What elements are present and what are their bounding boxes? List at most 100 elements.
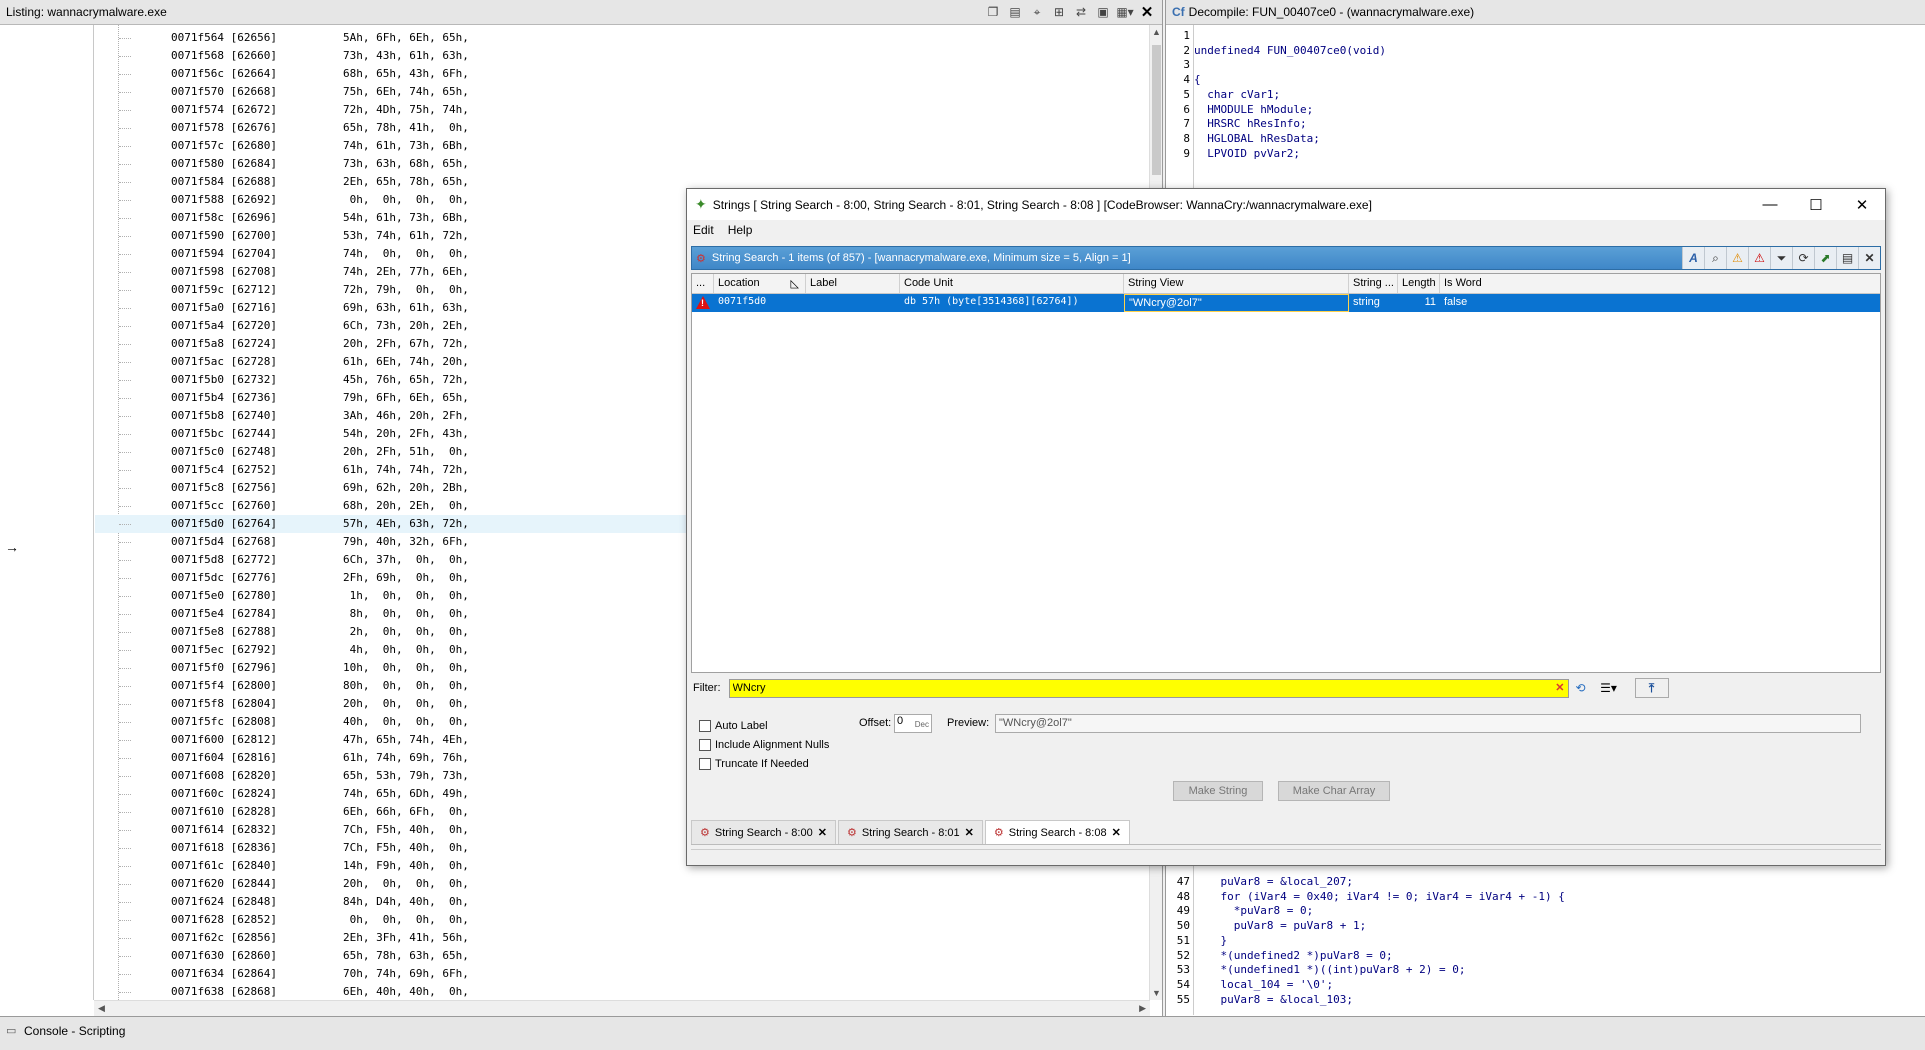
listing-bytes[interactable]: 61h, 74h, 69h, 76h, [343,749,469,767]
make-char-array-button[interactable]: Make Char Array [1278,781,1390,801]
console-title[interactable]: Console - Scripting [24,1024,125,1038]
listing-bytes[interactable]: 7Ch, F5h, 40h, 0h, [343,821,469,839]
cell-location[interactable]: 0071f5d0 [714,294,806,312]
cell-label[interactable] [806,294,900,312]
filter-options-icon[interactable]: ⟲ [1569,678,1593,698]
listing-bytes[interactable]: 53h, 74h, 61h, 72h, [343,227,469,245]
listing-address[interactable]: 0071f5f0 [62796] [171,659,277,677]
listing-address[interactable]: 0071f614 [62832] [171,821,277,839]
listing-address[interactable]: 0071f588 [62692] [171,191,277,209]
listing-bytes[interactable]: 57h, 4Eh, 63h, 72h, [343,515,469,533]
listing-row[interactable]: 0071f638 [62868] 6Eh, 40h, 40h, 0h, [95,983,1150,1000]
make-string-button[interactable]: Make String [1173,781,1263,801]
listing-bytes[interactable]: 6Eh, 66h, 6Fh, 0h, [343,803,469,821]
close-window-button[interactable]: ✕ [1839,189,1885,220]
listing-row[interactable]: 0071f62c [62856] 2Eh, 3Fh, 41h, 56h, [95,929,1150,947]
listing-address[interactable]: 0071f624 [62848] [171,893,277,911]
listing-address[interactable]: 0071f580 [62684] [171,155,277,173]
listing-row[interactable]: 0071f564 [62656] 5Ah, 6Fh, 6Eh, 65h, [95,29,1150,47]
listing-address[interactable]: 0071f5ac [62728] [171,353,277,371]
listing-address[interactable]: 0071f56c [62664] [171,65,277,83]
listing-address[interactable]: 0071f598 [62708] [171,263,277,281]
listing-address[interactable]: 0071f61c [62840] [171,857,277,875]
listing-row[interactable]: 0071f57c [62680] 74h, 61h, 73h, 6Bh, [95,137,1150,155]
listing-address[interactable]: 0071f5b8 [62740] [171,407,277,425]
paste-icon[interactable]: ▤ [1006,3,1024,21]
listing-bytes[interactable]: 72h, 4Dh, 75h, 74h, [343,101,469,119]
listing-row[interactable]: 0071f630 [62860] 65h, 78h, 63h, 65h, [95,947,1150,965]
listing-bytes[interactable]: 74h, 0h, 0h, 0h, [343,245,469,263]
listing-bytes[interactable]: 74h, 65h, 6Dh, 49h, [343,785,469,803]
listing-bytes[interactable]: 54h, 61h, 73h, 6Bh, [343,209,469,227]
listing-bytes[interactable]: 54h, 20h, 2Fh, 43h, [343,425,469,443]
listing-address[interactable]: 0071f60c [62824] [171,785,277,803]
close-tab-icon[interactable]: ✕ [965,826,974,839]
listing-address[interactable]: 0071f5bc [62744] [171,425,277,443]
cell-length[interactable]: 11 [1398,294,1440,312]
listing-bytes[interactable]: 61h, 74h, 74h, 72h, [343,461,469,479]
listing-address[interactable]: 0071f5d4 [62768] [171,533,277,551]
warning-filter-icon[interactable]: ⚠ [1726,247,1748,269]
listing-bytes[interactable]: 6Ch, 37h, 0h, 0h, [343,551,469,569]
copy-icon[interactable]: ❐ [984,3,1002,21]
listing-address[interactable]: 0071f618 [62836] [171,839,277,857]
listing-row[interactable]: 0071f56c [62664] 68h, 65h, 43h, 6Fh, [95,65,1150,83]
listing-bytes[interactable]: 65h, 53h, 79h, 73h, [343,767,469,785]
listing-bytes[interactable]: 2Eh, 3Fh, 41h, 56h, [343,929,469,947]
listing-bytes[interactable]: 20h, 0h, 0h, 0h, [343,695,469,713]
scroll-left-icon[interactable]: ◀ [98,1003,105,1014]
menu-edit[interactable]: Edit [693,223,714,237]
col-code-unit[interactable]: Code Unit [900,274,1124,293]
export-icon[interactable]: ⬈ [1814,247,1836,269]
listing-row[interactable]: 0071f574 [62672] 72h, 4Dh, 75h, 74h, [95,101,1150,119]
listing-address[interactable]: 0071f5b4 [62736] [171,389,277,407]
listing-bytes[interactable]: 20h, 0h, 0h, 0h, [343,875,469,893]
listing-address[interactable]: 0071f584 [62688] [171,173,277,191]
listing-row[interactable]: 0071f634 [62864] 70h, 74h, 69h, 6Fh, [95,965,1150,983]
tab-string-search-808[interactable]: ⚙ String Search - 8:08 ✕ [984,820,1130,844]
listing-bytes[interactable]: 61h, 6Eh, 74h, 20h, [343,353,469,371]
tab-string-search-801[interactable]: ⚙ String Search - 8:01 ✕ [837,820,983,844]
scroll-right-icon[interactable]: ▶ [1139,1003,1146,1014]
listing-address[interactable]: 0071f5ec [62792] [171,641,277,659]
cell-string-type[interactable]: string [1349,294,1398,312]
listing-row[interactable]: 0071f568 [62660] 73h, 43h, 61h, 63h, [95,47,1150,65]
include-nulls-checkbox[interactable]: Include Alignment Nulls [699,739,829,751]
listing-bytes[interactable]: 14h, F9h, 40h, 0h, [343,857,469,875]
listing-address[interactable]: 0071f5d8 [62772] [171,551,277,569]
listing-address[interactable]: 0071f590 [62700] [171,227,277,245]
listing-address[interactable]: 0071f5a0 [62716] [171,299,277,317]
listing-bytes[interactable]: 2Fh, 69h, 0h, 0h, [343,569,469,587]
listing-row[interactable]: 0071f620 [62844] 20h, 0h, 0h, 0h, [95,875,1150,893]
col-more[interactable]: ... [692,274,714,293]
listing-row[interactable]: 0071f628 [62852] 0h, 0h, 0h, 0h, [95,911,1150,929]
listing-address[interactable]: 0071f638 [62868] [171,983,277,1000]
listing-address[interactable]: 0071f604 [62816] [171,749,277,767]
close-icon[interactable]: ✕ [1138,3,1156,21]
search-icon[interactable]: ⌕ [1704,247,1726,269]
listing-bytes[interactable]: 3Ah, 46h, 20h, 2Fh, [343,407,469,425]
col-label[interactable]: Label [806,274,900,293]
listing-bytes[interactable]: 45h, 76h, 65h, 72h, [343,371,469,389]
scroll-thumb[interactable] [1152,45,1161,175]
listing-address[interactable]: 0071f578 [62676] [171,119,277,137]
listing-row[interactable]: 0071f578 [62676] 65h, 78h, 41h, 0h, [95,119,1150,137]
col-string-view[interactable]: String View [1124,274,1349,293]
listing-bytes[interactable]: 8h, 0h, 0h, 0h, [343,605,469,623]
cell-code-unit[interactable]: db 57h (byte[3514368][62764]) [900,294,1124,312]
filter-settings-icon[interactable]: ☰▾ [1593,678,1625,698]
listing-bytes[interactable]: 72h, 79h, 0h, 0h, [343,281,469,299]
listing-address[interactable]: 0071f630 [62860] [171,947,277,965]
listing-bytes[interactable]: 65h, 78h, 41h, 0h, [343,119,469,137]
listing-address[interactable]: 0071f594 [62704] [171,245,277,263]
listing-bytes[interactable]: 74h, 61h, 73h, 6Bh, [343,137,469,155]
listing-bytes[interactable]: 75h, 6Eh, 74h, 65h, [343,83,469,101]
offset-field[interactable]: 0 Dec [894,714,932,733]
auto-label-checkbox[interactable]: Auto Label [699,720,768,732]
listing-address[interactable]: 0071f610 [62828] [171,803,277,821]
code-text[interactable]: LPVOID pvVar2; [1194,145,1300,163]
listing-bytes[interactable]: 20h, 2Fh, 51h, 0h, [343,443,469,461]
listing-bytes[interactable]: 2Eh, 65h, 78h, 65h, [343,173,469,191]
listing-bytes[interactable]: 20h, 2Fh, 67h, 72h, [343,335,469,353]
listing-bytes[interactable]: 73h, 43h, 61h, 63h, [343,47,469,65]
